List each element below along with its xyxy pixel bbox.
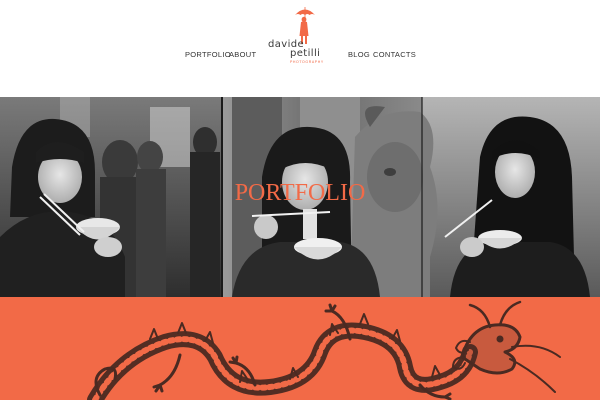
page: PORTFOLIO ABOUT davide petilli PHOTOGRAP… <box>0 0 600 400</box>
logo-text-last-name: petilli <box>290 48 321 59</box>
dragon-band <box>0 297 600 400</box>
nav-blog-link[interactable]: BLOG <box>348 50 370 59</box>
dragon-illustration <box>87 300 561 400</box>
site-logo[interactable]: davide petilli PHOTOGRAPHY <box>264 2 344 72</box>
hero-title[interactable]: PORTFOLIO <box>0 180 600 207</box>
nav-contacts-link[interactable]: CONTACTS <box>373 50 416 59</box>
logo-tagline: PHOTOGRAPHY <box>290 60 324 64</box>
nav-about-link[interactable]: ABOUT <box>229 50 256 59</box>
nav-portfolio-link[interactable]: PORTFOLIO <box>185 50 231 59</box>
site-header: PORTFOLIO ABOUT davide petilli PHOTOGRAP… <box>0 0 600 97</box>
hero-banner[interactable]: PORTFOLIO <box>0 97 600 297</box>
